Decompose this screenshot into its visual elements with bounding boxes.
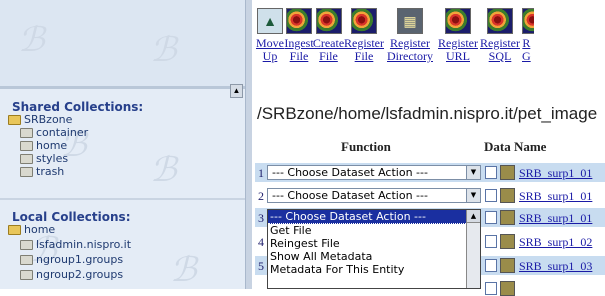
image-icon[interactable]	[500, 234, 515, 249]
dropdown-option[interactable]: Show All Metadata	[268, 250, 480, 263]
srb-swirl-icon	[351, 8, 377, 34]
chevron-down-icon: ▼	[466, 166, 480, 179]
tree-item-home[interactable]: home	[20, 139, 67, 152]
file-icon[interactable]	[485, 211, 497, 224]
watermark: ℬ	[170, 250, 197, 289]
image-icon[interactable]	[500, 165, 515, 180]
row-number: 3	[258, 211, 264, 225]
row-number: 5	[258, 259, 264, 273]
tree-item-styles[interactable]: styles	[20, 152, 68, 165]
row-number: 1	[258, 166, 264, 180]
dataset-action-select[interactable]: --- Choose Dataset Action --- ▼	[267, 188, 481, 203]
register-file-button[interactable]: Register File	[344, 8, 384, 68]
register-url-button[interactable]: Register URL	[438, 8, 478, 68]
folder-icon	[20, 127, 33, 138]
register-directory-button[interactable]: ▦ Register Directory	[384, 8, 436, 68]
folder-open-icon	[8, 114, 21, 125]
data-name-link[interactable]: SRB_surp1_03	[519, 259, 592, 274]
create-file-button[interactable]: Create File	[313, 8, 344, 68]
dataset-action-select[interactable]: --- Choose Dataset Action --- ▼	[267, 165, 481, 180]
dropdown-scrollbar[interactable]: ▲	[466, 210, 480, 288]
pane-divider	[0, 86, 251, 89]
column-header-function: Function	[341, 139, 391, 154]
folder-icon	[20, 239, 33, 250]
folder-icon	[20, 140, 33, 151]
move-up-button[interactable]: ▲ Move Up	[256, 8, 284, 68]
tree-item-lsfadmin[interactable]: lsfadmin.nispro.it	[20, 238, 131, 251]
file-icon[interactable]	[485, 259, 497, 272]
file-icon[interactable]	[485, 166, 497, 179]
folder-icon	[20, 153, 33, 164]
watermark: ℬ	[150, 30, 177, 70]
current-path: /SRBzone/home/lsfadmin.nispro.it/pet_ima…	[257, 104, 598, 123]
pane-splitter[interactable]	[245, 0, 252, 289]
image-icon[interactable]	[500, 188, 515, 203]
data-name-link[interactable]: SRB_surp1_02	[519, 235, 592, 250]
tree-item-srbzone[interactable]: SRBzone	[8, 113, 72, 126]
data-name-link[interactable]: SRB_surp1_01	[519, 166, 592, 181]
scroll-up-button[interactable]: ▲	[230, 84, 243, 98]
scroll-up-arrow-icon[interactable]: ▲	[467, 210, 480, 223]
image-icon[interactable]	[500, 258, 515, 273]
folder-icon	[20, 166, 33, 177]
srb-swirl-icon	[286, 8, 312, 34]
srb-swirl-icon	[315, 8, 342, 34]
srb-swirl-icon	[522, 8, 534, 34]
dataset-action-dropdown[interactable]: --- Choose Dataset Action --- Get File R…	[267, 209, 481, 289]
arrow-up-icon: ▲	[257, 8, 283, 34]
file-icon[interactable]	[485, 189, 497, 202]
ingest-file-button[interactable]: Ingest File	[284, 8, 314, 68]
row-number: 2	[258, 189, 264, 203]
srb-swirl-icon	[445, 8, 471, 34]
tree-item-container[interactable]: container	[20, 126, 88, 139]
collections-pane: ℬ ℬ ℬ ℬ ℬ ℬ ▲ Shared Collections: SRBzon…	[0, 0, 251, 289]
register-sql-button[interactable]: Register SQL	[480, 8, 520, 68]
data-name-link[interactable]: SRB_surp1_01	[519, 189, 592, 204]
dropdown-option[interactable]: Get File	[268, 224, 480, 237]
image-icon[interactable]	[500, 210, 515, 225]
tree-item-home-local[interactable]: home	[8, 223, 55, 236]
dropdown-option[interactable]: --- Choose Dataset Action ---	[268, 210, 480, 224]
tree-item-trash[interactable]: trash	[20, 165, 64, 178]
dropdown-option[interactable]: Metadata For This Entity	[268, 263, 480, 276]
folder-icon	[20, 254, 33, 265]
dropdown-option[interactable]: Reingest File	[268, 237, 480, 250]
table-row: 1 --- Choose Dataset Action --- ▼ SRB_sur…	[255, 163, 605, 182]
toolbar: ▲ Move Up Ingest File Create File Regist…	[256, 8, 534, 68]
folder-open-icon	[8, 224, 21, 235]
file-icon[interactable]	[485, 235, 497, 248]
directory-icon: ▦	[397, 8, 423, 34]
watermark: ℬ	[150, 150, 177, 190]
section-divider	[0, 198, 245, 200]
chevron-down-icon: ▼	[466, 189, 480, 202]
tree-item-ngroup1[interactable]: ngroup1.groups	[20, 253, 123, 266]
watermark: ℬ	[18, 20, 45, 60]
srb-swirl-icon	[487, 8, 513, 34]
shared-collections-heading: Shared Collections:	[12, 100, 144, 114]
folder-icon	[20, 269, 33, 280]
tree-item-ngroup2[interactable]: ngroup2.groups	[20, 268, 123, 281]
table-row: 2 --- Choose Dataset Action --- ▼ SRB_sur…	[255, 186, 605, 205]
row-number: 4	[258, 235, 264, 249]
column-header-data-name: Data Name	[484, 139, 547, 154]
local-collections-heading: Local Collections:	[12, 210, 131, 224]
register-more-button[interactable]: R G	[522, 8, 534, 68]
data-name-link[interactable]: SRB_surp1_01	[519, 211, 592, 226]
